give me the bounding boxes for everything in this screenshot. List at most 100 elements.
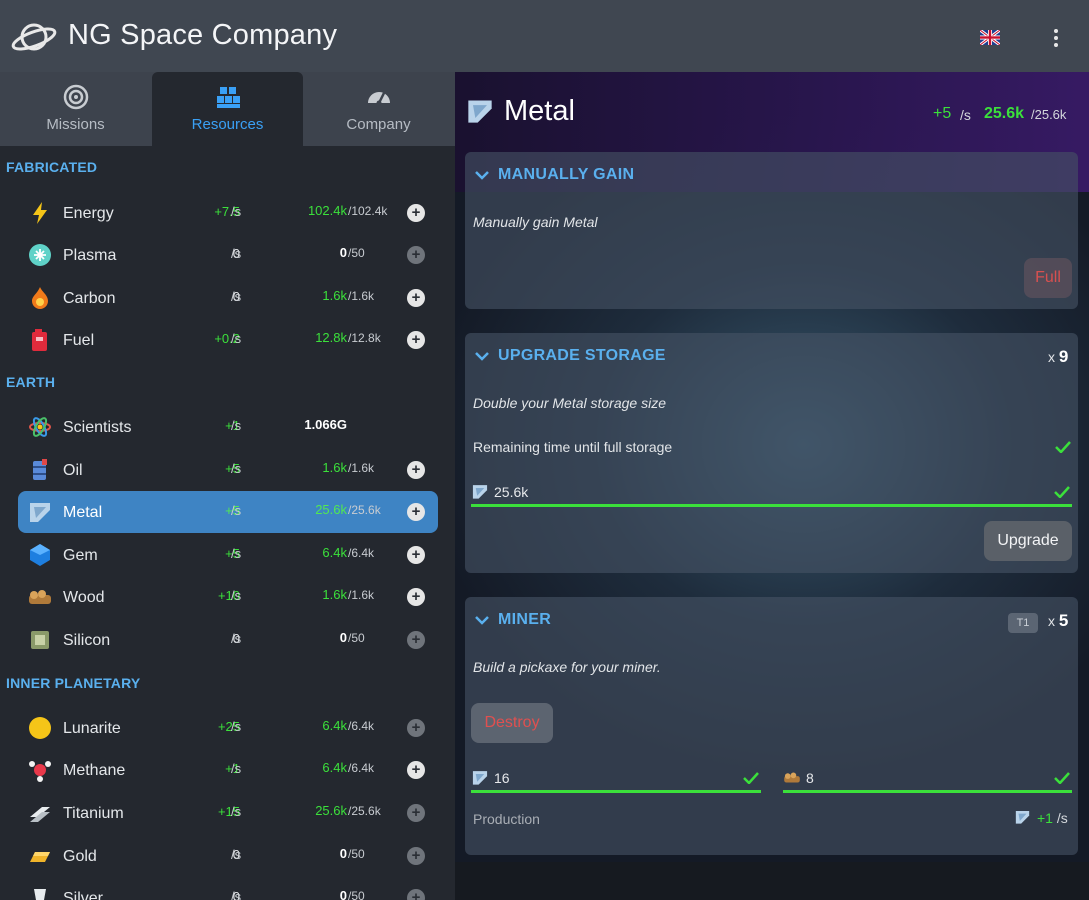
full-button[interactable]: Full [1024, 258, 1072, 298]
resource-rate-unit: /s [231, 331, 242, 346]
add-storage-button[interactable]: + [407, 289, 425, 307]
production-label: Production [473, 811, 540, 827]
upgrade-storage-card: UPGRADE STORAGE x 9 Double your Metal st… [465, 333, 1078, 573]
plasma-icon [29, 244, 51, 266]
section-earth: EARTH [6, 374, 56, 390]
resource-row-gem[interactable]: Gem +5 /s 6.4k /6.4k + [18, 534, 438, 576]
resource-row-metal[interactable]: Metal +5 /s 25.6k /25.6k + [18, 491, 438, 533]
upgrade-storage-description: Double your Metal storage size [473, 395, 666, 411]
resource-row-methane[interactable]: Methane +1 /s 6.4k /6.4k + [18, 749, 438, 791]
resource-row-silicon[interactable]: Silicon 0 /s 0 /50 + [18, 619, 438, 661]
chevron-down-icon[interactable] [475, 170, 489, 180]
resource-amount: 0 [339, 888, 347, 900]
resource-row-energy[interactable]: Energy +7.5 /s 102.4k /102.4k + [18, 192, 438, 234]
tab-missions[interactable]: Missions [0, 72, 151, 146]
resource-capacity: /25.6k [348, 503, 381, 517]
resource-row-oil[interactable]: Oil +5 /s 1.6k /1.6k + [18, 449, 438, 491]
tab-company[interactable]: Company [303, 72, 454, 146]
wood-logs-icon [784, 772, 800, 783]
planet-logo-icon [11, 23, 57, 51]
detail-amount: 25.6k [984, 105, 1025, 122]
resource-row-titanium[interactable]: Titanium +15 /s 25.6k /25.6k + [18, 792, 438, 834]
add-storage-button[interactable]: + [407, 761, 425, 779]
remaining-time-label: Remaining time until full storage [473, 439, 673, 455]
wood-logs-icon [29, 590, 51, 604]
resource-row-gold[interactable]: Gold 0 /s 0 /50 + [18, 835, 438, 877]
miner-card: MINER T1 x 5 Build a pickaxe for your mi… [465, 597, 1078, 855]
add-storage-button[interactable]: + [407, 847, 425, 865]
add-storage-button[interactable]: + [407, 461, 425, 479]
add-storage-button[interactable]: + [407, 889, 425, 900]
resource-row-fuel[interactable]: Fuel +0.2 /s 12.8k /12.8k + [18, 319, 438, 361]
resource-row-silver[interactable]: Silver 0 /s 0 /50 + [18, 877, 438, 900]
resource-capacity: /50 [348, 631, 365, 645]
metal-plate-icon [468, 100, 492, 123]
resource-row-scientists[interactable]: Scientists +1 /s 1.066G [18, 406, 438, 448]
upgrade-storage-title[interactable]: UPGRADE STORAGE [498, 347, 666, 365]
check-icon [1054, 772, 1070, 784]
add-storage-button[interactable]: + [407, 719, 425, 737]
add-storage-button[interactable]: + [407, 503, 425, 521]
miner-cost-metal-value: 16 [494, 770, 510, 786]
moon-icon [29, 717, 51, 739]
oil-barrel-icon [33, 459, 47, 480]
resource-capacity: /102.4k [348, 204, 388, 218]
miner-multiplier: x 5 [1048, 611, 1069, 630]
resource-amount: 6.4k [322, 545, 347, 560]
fuel-can-icon [32, 329, 47, 351]
section-inner-planetary: INNER PLANETARY [6, 675, 141, 691]
resource-name: Carbon [63, 290, 116, 307]
resource-rate-unit: /s [231, 719, 242, 734]
resource-amount: 12.8k [315, 330, 347, 345]
resource-amount: 1.6k [322, 460, 347, 475]
molecule-icon [29, 761, 51, 782]
more-menu-icon[interactable] [1049, 28, 1063, 48]
blocks-icon [216, 87, 240, 108]
chevron-down-icon[interactable] [475, 615, 489, 625]
resource-rate-unit: /s [231, 503, 242, 518]
flame-icon [32, 287, 48, 309]
tab-resources[interactable]: Resources [152, 72, 303, 146]
storage-cost: 25.6k [471, 481, 1072, 507]
silver-icon [34, 889, 46, 900]
manual-gain-title[interactable]: MANUALLY GAIN [498, 166, 634, 184]
resource-capacity: /1.6k [348, 289, 375, 303]
add-storage-button[interactable]: + [407, 204, 425, 222]
upgrade-button[interactable]: Upgrade [984, 521, 1072, 561]
check-icon [743, 772, 759, 784]
add-storage-button[interactable]: + [407, 546, 425, 564]
resource-row-carbon[interactable]: Carbon 0 /s 1.6k /1.6k + [18, 277, 438, 319]
resource-row-lunarite[interactable]: Lunarite +25 /s 6.4k /6.4k + [18, 707, 438, 749]
resource-amount: 25.6k [315, 502, 347, 517]
resource-name: Gold [63, 848, 97, 865]
tab-resources-label: Resources [191, 116, 264, 133]
titanium-bars-icon [30, 807, 50, 822]
manual-gain-card: MANUALLY GAIN Manually gain Metal Full [465, 152, 1078, 309]
detail-rate: +5 [933, 105, 952, 122]
resource-row-wood[interactable]: Wood +10 /s 1.6k /1.6k + [18, 576, 438, 618]
resource-rate-unit: /s [231, 847, 242, 862]
metal-plate-icon [30, 503, 50, 522]
resource-capacity: /12.8k [348, 331, 381, 345]
resource-capacity: /50 [348, 889, 365, 900]
resource-row-plasma[interactable]: Plasma 0 /s 0 /50 + [18, 234, 438, 276]
atom-icon [29, 417, 51, 437]
chevron-down-icon[interactable] [475, 351, 489, 361]
add-storage-button[interactable]: + [407, 246, 425, 264]
miner-title[interactable]: MINER [498, 611, 551, 629]
uk-flag-icon[interactable] [980, 30, 1000, 45]
miner-description: Build a pickaxe for your miner. [473, 659, 661, 675]
resource-amount: 0 [339, 630, 347, 645]
add-storage-button[interactable]: + [407, 588, 425, 606]
resource-rate-unit: /s [231, 546, 242, 561]
detail-capacity: /25.6k [1031, 107, 1067, 122]
resource-rate-unit: /s [231, 761, 242, 776]
destroy-button[interactable]: Destroy [471, 703, 553, 743]
add-storage-button[interactable]: + [407, 631, 425, 649]
add-storage-button[interactable]: + [407, 331, 425, 349]
resource-name: Silver [63, 890, 104, 900]
resource-capacity: /50 [348, 847, 365, 861]
tab-missions-label: Missions [46, 116, 105, 133]
resource-rate-unit: /s [231, 246, 242, 261]
add-storage-button[interactable]: + [407, 804, 425, 822]
